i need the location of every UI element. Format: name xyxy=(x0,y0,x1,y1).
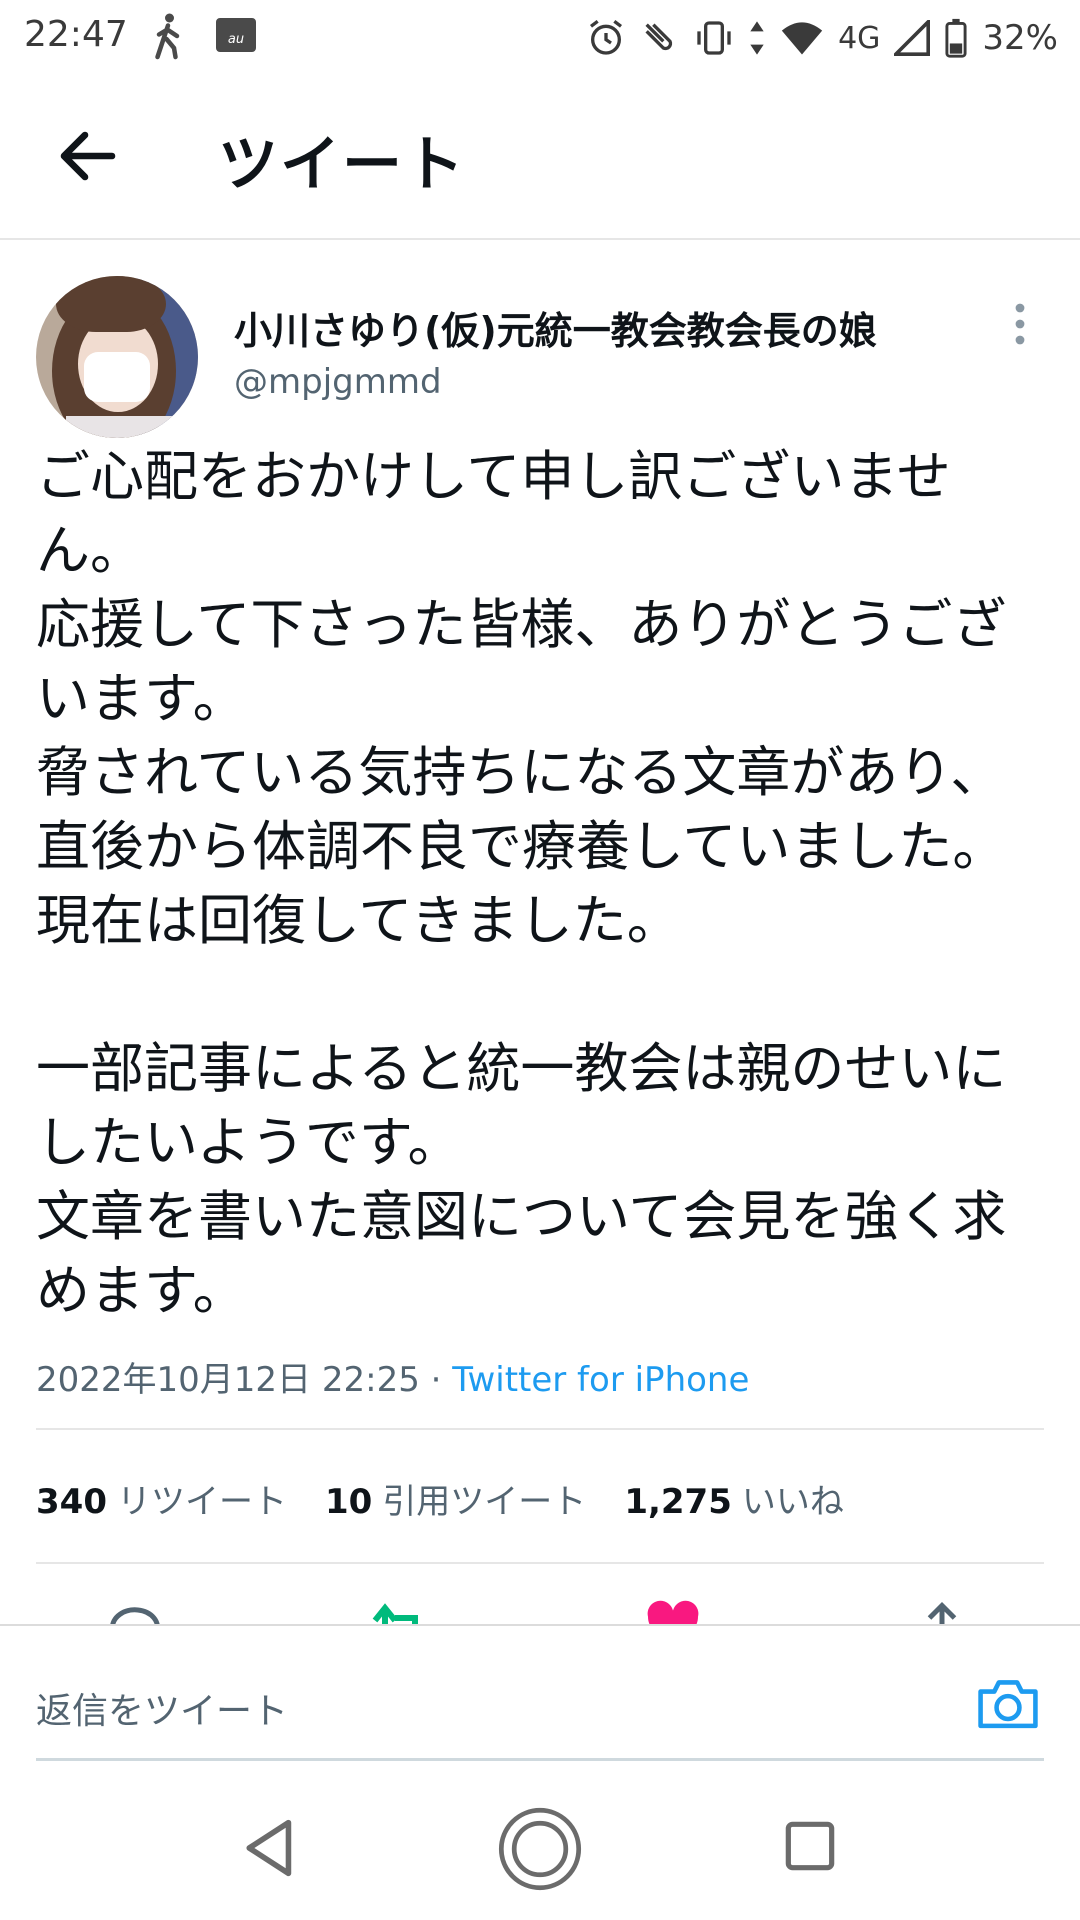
quotes-stat[interactable]: 10 引用ツイート xyxy=(325,1474,586,1523)
divider xyxy=(36,1428,1044,1430)
retweet-icon xyxy=(372,1603,418,1624)
more-vertical-icon xyxy=(1015,303,1025,345)
quotes-count: 10 xyxy=(324,1482,373,1522)
reply-button[interactable] xyxy=(105,1598,165,1624)
tweet-meta: 2022年10月12日 22:25 · Twitter for iPhone xyxy=(36,1352,749,1401)
quotes-label: 引用ツイート xyxy=(382,1482,587,1522)
author-name[interactable]: 小川さゆり(仮)元統一教会教会長の娘 xyxy=(234,300,877,355)
status-time: 22:47 xyxy=(24,14,128,55)
alarm-icon xyxy=(590,20,623,55)
avatar[interactable] xyxy=(36,276,198,438)
page-title: ツイート xyxy=(218,130,466,200)
reply-underline xyxy=(36,1758,1044,1761)
camera-button[interactable] xyxy=(976,1674,1040,1732)
tweet-source-link[interactable]: Twitter for iPhone xyxy=(452,1360,749,1400)
retweet-button[interactable] xyxy=(370,1598,430,1624)
camera-icon xyxy=(978,1680,1038,1729)
heart-icon xyxy=(647,1600,699,1624)
reply-icon xyxy=(110,1607,160,1624)
more-options-button[interactable] xyxy=(1000,300,1040,348)
battery-icon xyxy=(945,18,967,58)
square-recents-icon xyxy=(785,1821,835,1871)
data-arrows-icon xyxy=(750,21,764,55)
mail-icon: au xyxy=(216,18,256,52)
network-type: 4G xyxy=(838,20,881,56)
walk-icon xyxy=(150,12,186,64)
system-nav-bar xyxy=(0,1780,1080,1920)
retweets-stat[interactable]: 340 リツイート xyxy=(36,1474,287,1523)
likes-label: いいね xyxy=(741,1482,844,1522)
retweets-label: リツイート xyxy=(116,1482,287,1522)
tweet-timestamp[interactable]: 2022年10月12日 22:25 xyxy=(36,1360,420,1400)
reply-input[interactable]: 返信をツイート xyxy=(36,1682,288,1734)
divider xyxy=(36,1562,1044,1564)
nav-home-button[interactable] xyxy=(497,1806,583,1896)
signal-icon xyxy=(894,20,931,56)
battery-percent: 32% xyxy=(982,18,1058,58)
meta-separator: · xyxy=(419,1360,453,1400)
nfc-icon xyxy=(645,23,673,51)
tweet-stats: 340 リツイート 10 引用ツイート 1,275 いいね xyxy=(36,1474,844,1523)
author-handle[interactable]: @mpjgmmd xyxy=(234,362,442,402)
vibrate-icon xyxy=(697,21,731,55)
nav-recents-button[interactable] xyxy=(784,1820,836,1876)
tweet-text: ご心配をおかけして申し訳ございません。 応援して下さった皆様、ありがとうございま… xyxy=(36,445,1007,1322)
reply-bar: 返信をツイート xyxy=(0,1624,1080,1762)
share-button[interactable] xyxy=(912,1598,972,1624)
status-icons: 4G 32% xyxy=(586,12,1058,64)
home-circle-icon xyxy=(498,1807,582,1891)
likes-count: 1,275 xyxy=(624,1482,732,1522)
back-button[interactable] xyxy=(52,120,124,192)
nav-back-button[interactable] xyxy=(242,1818,298,1882)
tweet-actions xyxy=(0,1598,1080,1624)
arrow-left-icon xyxy=(60,131,116,181)
wifi-icon xyxy=(781,22,823,55)
like-button[interactable] xyxy=(643,1598,703,1624)
page-header: ツイート xyxy=(0,76,1080,240)
share-icon xyxy=(927,1601,957,1624)
retweets-count: 340 xyxy=(36,1482,107,1522)
status-bar: 22:47 au 4G 32% xyxy=(0,0,1080,76)
triangle-back-icon xyxy=(246,1819,292,1877)
likes-stat[interactable]: 1,275 いいね xyxy=(624,1474,844,1523)
